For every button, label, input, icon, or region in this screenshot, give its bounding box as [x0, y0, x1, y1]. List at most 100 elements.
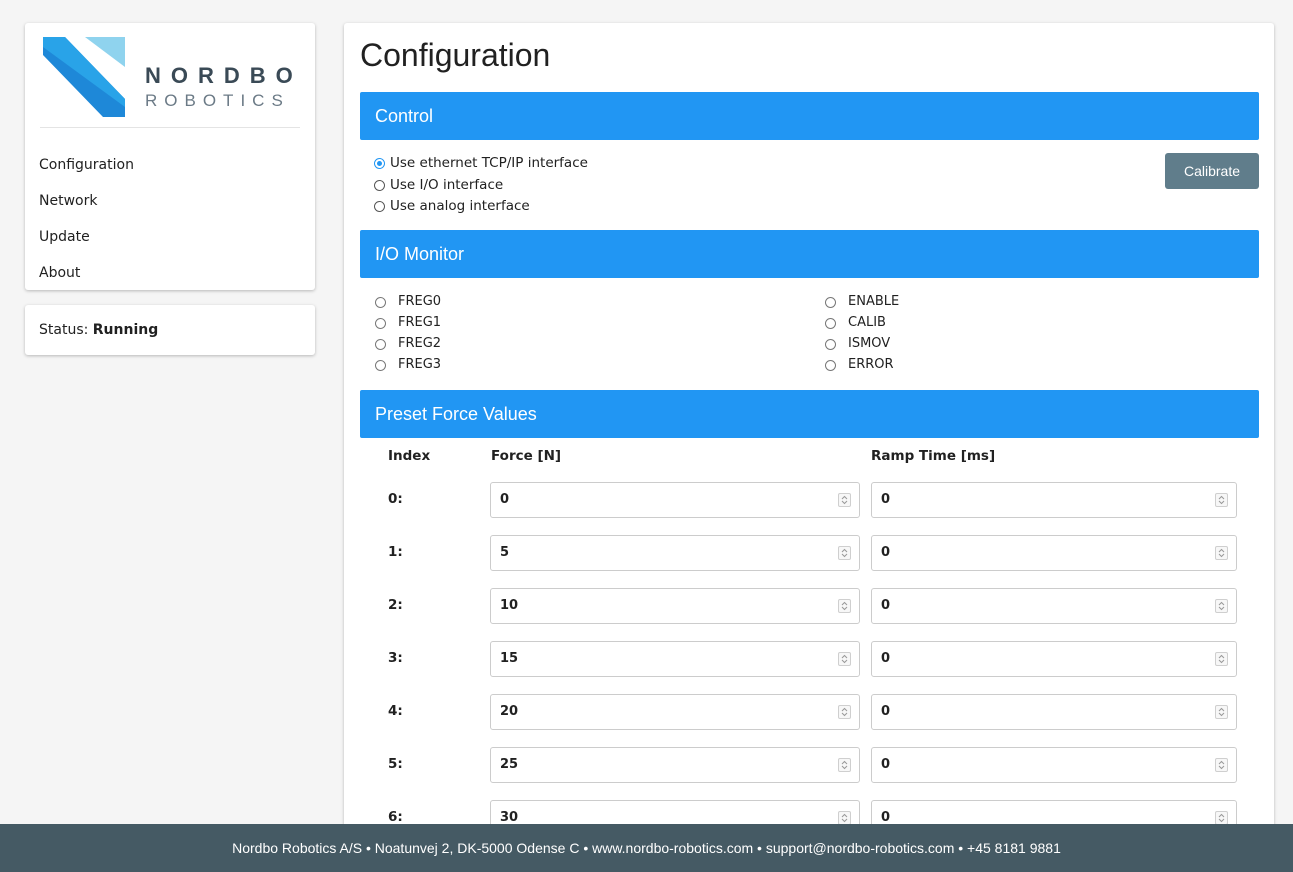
io-freg2: FREG2 [375, 334, 441, 354]
page-title: Configuration [360, 37, 551, 73]
force-value: 0 [500, 492, 510, 507]
ramp-input-3[interactable]: 0 [871, 641, 1237, 677]
io-label: FREG0 [398, 294, 442, 309]
radio-ethernet[interactable] [374, 157, 385, 169]
io-label: ENABLE [848, 294, 900, 309]
io-monitor-header: I/O Monitor [360, 230, 1259, 278]
spinner-icon[interactable] [838, 652, 851, 666]
spinner-icon[interactable] [838, 493, 851, 507]
spinner-icon[interactable] [838, 758, 851, 772]
ramp-value: 0 [881, 810, 891, 825]
status-card: Status: Running [25, 305, 315, 355]
ramp-value: 0 [881, 545, 891, 560]
sidebar-item-about[interactable]: About [25, 259, 315, 295]
logo-wordmark-bottom: ROBOTICS [145, 91, 290, 110]
io-indicator-icon [375, 296, 386, 308]
io-freg0: FREG0 [375, 292, 441, 312]
ramp-value: 0 [881, 492, 891, 507]
force-input-5[interactable]: 25 [490, 747, 860, 783]
ramp-value: 0 [881, 598, 891, 613]
ramp-input-0[interactable]: 0 [871, 482, 1237, 518]
io-freg1: FREG1 [375, 313, 441, 333]
spinner-icon[interactable] [1215, 811, 1228, 825]
option-ethernet-label: Use ethernet TCP/IP interface [390, 155, 588, 171]
io-enable: ENABLE [825, 292, 899, 312]
nordbo-logo: NORDBO ROBOTICS [43, 37, 293, 117]
spinner-icon[interactable] [838, 705, 851, 719]
spinner-icon[interactable] [838, 546, 851, 560]
calibrate-button[interactable]: Calibrate [1165, 153, 1259, 189]
io-label: FREG2 [398, 336, 442, 351]
row-index: 2: [388, 597, 403, 613]
force-value: 25 [500, 757, 519, 772]
option-io-label: Use I/O interface [390, 177, 504, 193]
ramp-input-1[interactable]: 0 [871, 535, 1237, 571]
footer-text: Nordbo Robotics A/S • Noatunvej 2, DK-50… [232, 840, 1061, 856]
radio-io[interactable] [374, 179, 385, 191]
force-input-1[interactable]: 5 [490, 535, 860, 571]
spinner-icon[interactable] [1215, 705, 1228, 719]
row-index: 1: [388, 544, 403, 560]
io-indicator-icon [375, 317, 386, 329]
io-indicator-icon [825, 296, 836, 308]
force-value: 10 [500, 598, 519, 613]
io-calib: CALIB [825, 313, 886, 333]
footer: Nordbo Robotics A/S • Noatunvej 2, DK-50… [0, 824, 1293, 872]
spinner-icon[interactable] [1215, 546, 1228, 560]
column-header-ramp: Ramp Time [ms] [871, 448, 996, 464]
spinner-icon[interactable] [1215, 493, 1228, 507]
sidebar-item-configuration[interactable]: Configuration [25, 151, 315, 187]
preset-header: Preset Force Values [360, 390, 1259, 438]
option-ethernet[interactable]: Use ethernet TCP/IP interface [374, 153, 588, 173]
ramp-input-2[interactable]: 0 [871, 588, 1237, 624]
spinner-icon[interactable] [838, 599, 851, 613]
row-index: 5: [388, 756, 403, 772]
sidebar-item-network[interactable]: Network [25, 187, 315, 223]
radio-analog[interactable] [374, 200, 385, 212]
sidebar-item-update[interactable]: Update [25, 223, 315, 259]
io-indicator-icon [375, 359, 386, 371]
io-ismov: ISMOV [825, 334, 890, 354]
io-indicator-icon [825, 317, 836, 329]
io-label: FREG3 [398, 357, 442, 372]
io-indicator-icon [375, 338, 386, 350]
force-input-2[interactable]: 10 [490, 588, 860, 624]
status-value: Running [92, 322, 159, 338]
io-indicator-icon [825, 359, 836, 371]
sidebar-nav: Configuration Network Update About [25, 151, 315, 295]
spinner-icon[interactable] [1215, 599, 1228, 613]
force-value: 5 [500, 545, 510, 560]
logo-mark-icon [43, 37, 125, 117]
option-io[interactable]: Use I/O interface [374, 175, 503, 195]
io-error: ERROR [825, 355, 894, 375]
io-label: ISMOV [848, 336, 891, 351]
status-label: Status: [39, 322, 89, 338]
control-header: Control [360, 92, 1259, 140]
row-index: 4: [388, 703, 403, 719]
io-label: FREG1 [398, 315, 442, 330]
force-input-4[interactable]: 20 [490, 694, 860, 730]
spinner-icon[interactable] [838, 811, 851, 825]
row-index: 3: [388, 650, 403, 666]
force-value: 30 [500, 810, 519, 825]
ramp-value: 0 [881, 651, 891, 666]
logo-wordmark-top: NORDBO [145, 63, 303, 88]
main-panel: Configuration Control Use ethernet TCP/I… [344, 23, 1274, 853]
io-label: ERROR [848, 357, 894, 372]
spinner-icon[interactable] [1215, 758, 1228, 772]
io-indicator-icon [825, 338, 836, 350]
ramp-value: 0 [881, 757, 891, 772]
option-analog-label: Use analog interface [390, 198, 530, 214]
option-analog[interactable]: Use analog interface [374, 196, 530, 216]
spinner-icon[interactable] [1215, 652, 1228, 666]
ramp-input-5[interactable]: 0 [871, 747, 1237, 783]
ramp-input-4[interactable]: 0 [871, 694, 1237, 730]
force-input-0[interactable]: 0 [490, 482, 860, 518]
io-freg3: FREG3 [375, 355, 441, 375]
ramp-value: 0 [881, 704, 891, 719]
column-header-index: Index [388, 448, 431, 464]
force-input-3[interactable]: 15 [490, 641, 860, 677]
force-value: 20 [500, 704, 519, 719]
sidebar: NORDBO ROBOTICS Configuration Network Up… [25, 23, 315, 290]
column-header-force: Force [N] [491, 448, 562, 464]
